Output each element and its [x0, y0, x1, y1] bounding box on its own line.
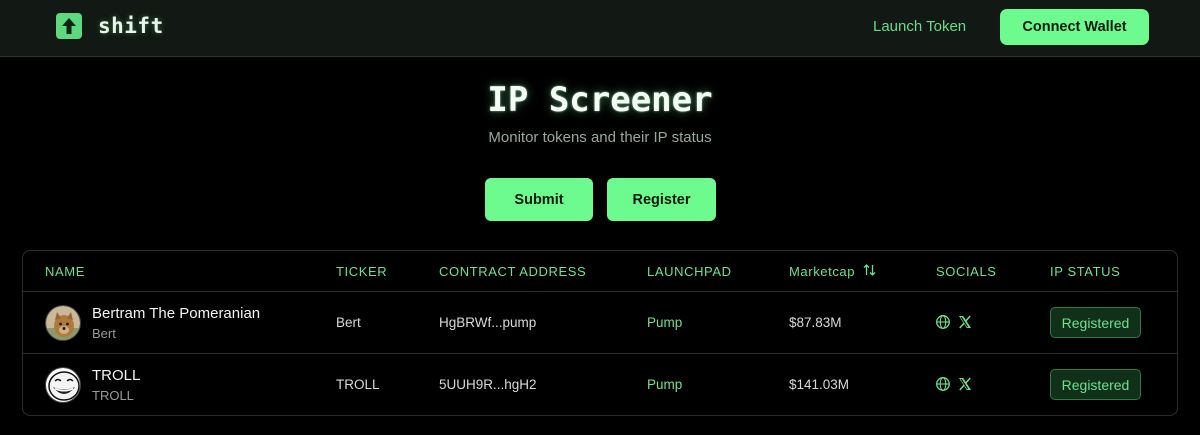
launch-token-link[interactable]: Launch Token — [873, 18, 966, 35]
brand-name: shift — [98, 14, 164, 38]
ticker-cell: Bert — [336, 315, 361, 330]
globe-icon[interactable] — [935, 376, 951, 392]
ip-status-badge: Registered — [1050, 369, 1141, 400]
contract-address-cell[interactable]: 5UUH9R...hgH2 — [439, 377, 537, 392]
trollface-avatar — [45, 367, 81, 403]
connect-wallet-button[interactable]: Connect Wallet — [1000, 9, 1149, 45]
submit-button[interactable]: Submit — [485, 178, 593, 221]
globe-icon[interactable] — [935, 314, 951, 330]
token-table: NAME TICKER CONTRACT ADDRESS LAUNCHPAD M… — [22, 250, 1178, 416]
top-navbar: shift Launch Token Connect Wallet — [0, 0, 1200, 57]
ip-status-badge: Registered — [1050, 307, 1141, 338]
page-title: IP Screener — [487, 80, 713, 120]
table-header-row: NAME TICKER CONTRACT ADDRESS LAUNCHPAD M… — [23, 251, 1177, 292]
launchpad-cell[interactable]: Pump — [647, 315, 682, 330]
dog-avatar — [45, 305, 81, 341]
brand-logo[interactable]: shift — [56, 13, 164, 39]
x-icon[interactable] — [957, 314, 973, 330]
token-name: Bertram The Pomeranian — [92, 305, 261, 322]
arrow-up-icon — [56, 13, 82, 39]
contract-address-cell[interactable]: HgBRWf...pump — [439, 315, 536, 330]
header-name[interactable]: NAME — [45, 264, 85, 279]
header-ticker[interactable]: TICKER — [336, 264, 387, 279]
sort-icon[interactable] — [863, 264, 876, 279]
header-ip-status: IP STATUS — [1050, 264, 1121, 279]
x-icon[interactable] — [957, 376, 973, 392]
marketcap-cell: $141.03M — [789, 377, 850, 392]
token-symbol: Bert — [92, 326, 116, 341]
header-marketcap[interactable]: Marketcap — [789, 264, 876, 279]
ticker-cell: TROLL — [336, 377, 380, 392]
page-subtitle: Monitor tokens and their IP status — [488, 129, 712, 146]
marketcap-cell: $87.83M — [789, 315, 842, 330]
header-socials: SOCIALS — [936, 264, 997, 279]
header-contract-address[interactable]: CONTRACT ADDRESS — [439, 264, 586, 279]
register-button[interactable]: Register — [607, 178, 716, 221]
token-name: TROLL — [92, 367, 141, 384]
header-launchpad[interactable]: LAUNCHPAD — [647, 264, 732, 279]
token-symbol: TROLL — [92, 388, 134, 403]
header-marketcap-label: Marketcap — [789, 264, 856, 279]
table-row[interactable]: Bertram The Pomeranian Bert Bert HgBRWf.… — [23, 292, 1177, 354]
table-row[interactable]: TROLL TROLL TROLL 5UUH9R...hgH2 Pump $14… — [23, 354, 1177, 415]
launchpad-cell[interactable]: Pump — [647, 377, 682, 392]
